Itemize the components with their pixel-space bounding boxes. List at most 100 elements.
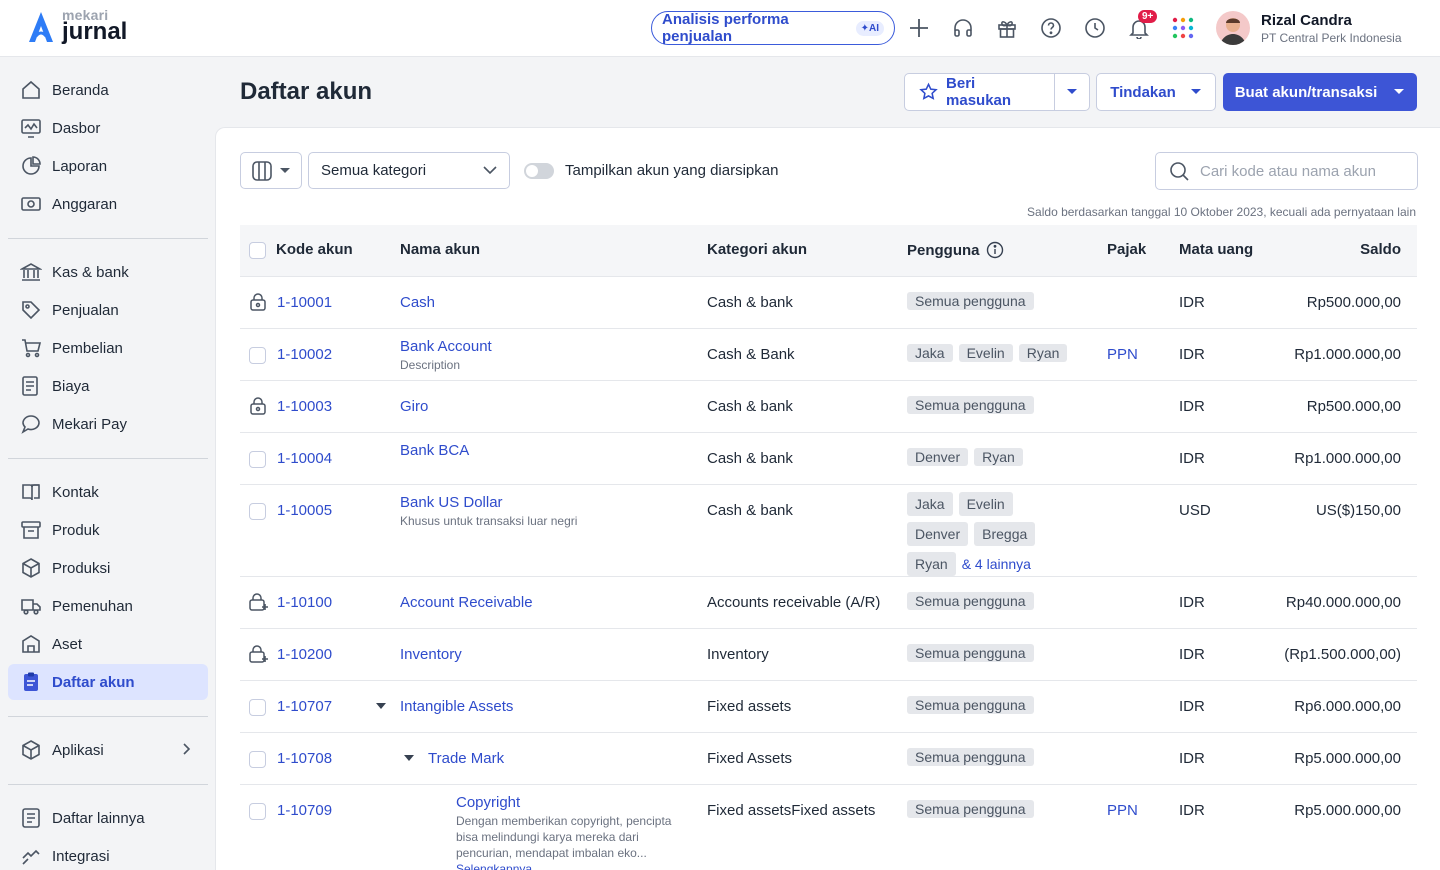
account-code[interactable]: 1-10005 bbox=[277, 502, 332, 519]
sidebar-item-pemenuhan[interactable]: Pemenuhan bbox=[8, 588, 208, 624]
account-code[interactable]: 1-10100 bbox=[277, 594, 332, 611]
account-name[interactable]: Bank BCA bbox=[400, 442, 469, 459]
select-all-checkbox[interactable] bbox=[249, 242, 266, 259]
table-row[interactable]: 1-10707 Intangible Assets Fixed assets S… bbox=[240, 681, 1417, 733]
sidebar-item-biaya[interactable]: Biaya bbox=[8, 368, 208, 404]
table-row[interactable]: 1-10001 Cash Cash & bank Semua pengguna … bbox=[240, 277, 1417, 329]
plus-icon[interactable] bbox=[907, 16, 931, 40]
account-code[interactable]: 1-10003 bbox=[277, 398, 332, 415]
column-header-currency[interactable]: Mata uang bbox=[1179, 241, 1253, 258]
account-code[interactable]: 1-10200 bbox=[277, 646, 332, 663]
account-name[interactable]: Inventory bbox=[400, 646, 462, 663]
sidebar-item-integrasi[interactable]: Integrasi bbox=[8, 838, 208, 870]
category-select[interactable]: Semua kategori bbox=[308, 152, 510, 189]
table-row[interactable]: 1-10709 Copyright Dengan memberikan copy… bbox=[240, 785, 1417, 870]
sidebar-item-anggaran[interactable]: Anggaran bbox=[8, 186, 208, 222]
row-checkbox[interactable] bbox=[249, 451, 266, 468]
account-currency: IDR bbox=[1179, 450, 1205, 467]
mekari-jurnal-logo[interactable]: mekari jurnal bbox=[26, 8, 127, 44]
history-clock-icon[interactable] bbox=[1083, 16, 1107, 40]
logo-big-text: jurnal bbox=[62, 18, 128, 45]
row-checkbox[interactable] bbox=[249, 347, 266, 364]
gift-icon[interactable] bbox=[995, 16, 1019, 40]
ai-insight-button[interactable]: Analisis performa penjualan ✦AI bbox=[651, 11, 895, 45]
row-checkbox[interactable] bbox=[249, 803, 266, 820]
truck-icon bbox=[21, 599, 41, 615]
row-checkbox[interactable] bbox=[249, 751, 266, 768]
account-name[interactable]: Copyright bbox=[456, 794, 520, 811]
table-row[interactable]: 1-10100 Account Receivable Accounts rece… bbox=[240, 577, 1417, 629]
account-code[interactable]: 1-10001 bbox=[277, 294, 332, 311]
account-name[interactable]: Bank US Dollar bbox=[400, 494, 503, 511]
read-more-link[interactable]: Selengkapnya bbox=[456, 861, 532, 870]
column-header-tax[interactable]: Pajak bbox=[1107, 241, 1146, 258]
feedback-dropdown-toggle[interactable] bbox=[1055, 74, 1089, 110]
sidebar-item-aplikasi[interactable]: Aplikasi bbox=[8, 732, 208, 768]
sidebar-item-dasbor[interactable]: Dasbor bbox=[8, 110, 208, 146]
sidebar-item-produksi[interactable]: Produksi bbox=[8, 550, 208, 586]
expand-caret-icon[interactable] bbox=[376, 703, 386, 709]
account-tax[interactable]: PPN bbox=[1107, 346, 1138, 363]
sidebar-item-aset[interactable]: Aset bbox=[8, 626, 208, 662]
sidebar-item-laporan[interactable]: Laporan bbox=[8, 148, 208, 184]
account-code[interactable]: 1-10709 bbox=[277, 802, 332, 819]
column-header-balance[interactable]: Saldo bbox=[1360, 241, 1401, 258]
sidebar-item-beranda[interactable]: Beranda bbox=[8, 72, 208, 108]
sidebar-item-produk[interactable]: Produk bbox=[8, 512, 208, 548]
sidebar-item-kontak[interactable]: Kontak bbox=[8, 474, 208, 510]
user-tag: Semua pengguna bbox=[907, 592, 1034, 610]
table-row[interactable]: 1-10002 Bank Account Description Cash & … bbox=[240, 329, 1417, 381]
search-input[interactable] bbox=[1200, 162, 1400, 180]
table-row[interactable]: 1-10004 Bank BCA Cash & bank Denver Ryan … bbox=[240, 433, 1417, 485]
expand-caret-icon[interactable] bbox=[404, 755, 414, 761]
table-row[interactable]: 1-10200 Inventory Inventory Semua penggu… bbox=[240, 629, 1417, 681]
help-icon[interactable] bbox=[1039, 16, 1063, 40]
actions-button[interactable]: Tindakan bbox=[1096, 73, 1216, 111]
column-header-code[interactable]: Kode akun bbox=[276, 241, 353, 258]
row-checkbox[interactable] bbox=[249, 699, 266, 716]
column-header-category[interactable]: Kategori akun bbox=[707, 241, 807, 258]
info-icon[interactable] bbox=[986, 241, 1004, 259]
user-name[interactable]: Rizal Candra bbox=[1261, 12, 1352, 29]
account-name[interactable]: Cash bbox=[400, 294, 435, 311]
user-avatar[interactable] bbox=[1216, 11, 1250, 45]
table-row[interactable]: 1-10003 Giro Cash & bank Semua pengguna … bbox=[240, 381, 1417, 433]
feedback-button[interactable]: Beri masukan bbox=[905, 74, 1055, 110]
actions-label: Tindakan bbox=[1110, 83, 1176, 101]
column-settings-button[interactable] bbox=[240, 152, 302, 189]
sidebar-item-daftar-lainnya[interactable]: Daftar lainnya bbox=[8, 800, 208, 836]
chat-pay-icon bbox=[21, 415, 40, 434]
sidebar-item-daftar-akun[interactable]: Daftar akun bbox=[8, 664, 208, 700]
headset-icon[interactable] bbox=[951, 16, 975, 40]
sidebar-item-label: Pemenuhan bbox=[52, 597, 133, 615]
account-code[interactable]: 1-10004 bbox=[277, 450, 332, 467]
more-users-link[interactable]: & 4 lainnya bbox=[962, 556, 1031, 572]
account-name[interactable]: Intangible Assets bbox=[400, 698, 513, 715]
apps-cube-icon bbox=[22, 740, 40, 760]
search-box bbox=[1155, 152, 1418, 190]
account-tax[interactable]: PPN bbox=[1107, 802, 1138, 819]
table-row[interactable]: 1-10005 Bank US Dollar Khusus untuk tran… bbox=[240, 485, 1417, 577]
archive-toggle[interactable] bbox=[524, 163, 554, 179]
row-checkbox[interactable] bbox=[249, 503, 266, 520]
column-header-name[interactable]: Nama akun bbox=[400, 241, 480, 258]
account-code[interactable]: 1-10707 bbox=[277, 698, 332, 715]
app-grid-icon[interactable] bbox=[1171, 16, 1195, 40]
user-tag: Ryan bbox=[974, 448, 1023, 466]
account-name[interactable]: Giro bbox=[400, 398, 428, 415]
account-name[interactable]: Bank Account bbox=[400, 338, 492, 355]
account-code[interactable]: 1-10708 bbox=[277, 750, 332, 767]
sidebar-item-penjualan[interactable]: Penjualan bbox=[8, 292, 208, 328]
caret-down-icon bbox=[280, 167, 290, 173]
sidebar-item-mekari-pay[interactable]: Mekari Pay bbox=[8, 406, 208, 442]
table-row[interactable]: 1-10708 Trade Mark Fixed Assets Semua pe… bbox=[240, 733, 1417, 785]
account-name[interactable]: Account Receivable bbox=[400, 594, 533, 611]
account-name[interactable]: Trade Mark bbox=[428, 750, 504, 767]
column-header-users[interactable]: Pengguna bbox=[907, 241, 1004, 259]
sidebar-item-pembelian[interactable]: Pembelian bbox=[8, 330, 208, 366]
account-balance: (Rp1.500.000,00) bbox=[1284, 646, 1401, 663]
create-account-transaction-button[interactable]: Buat akun/transaksi bbox=[1223, 73, 1417, 111]
account-code[interactable]: 1-10002 bbox=[277, 346, 332, 363]
user-tag: Bregga bbox=[974, 522, 1036, 546]
sidebar-item-kas-bank[interactable]: Kas & bank bbox=[8, 254, 208, 290]
